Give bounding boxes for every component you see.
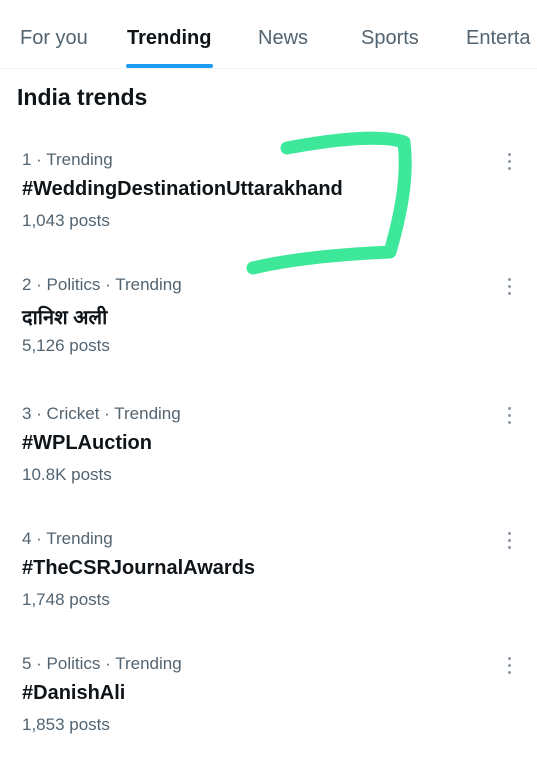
tab-for-you[interactable]: For you xyxy=(20,0,88,68)
more-vertical-icon[interactable] xyxy=(500,404,520,428)
trend-post-count: 10.8K posts xyxy=(22,465,112,484)
trend-name: दानिश अली xyxy=(22,307,108,329)
trend-meta: 4 · Trending xyxy=(22,529,113,548)
trend-name: #TheCSRJournalAwards xyxy=(22,557,256,579)
trend-meta: 5 · Politics · Trending xyxy=(22,654,182,673)
trend-post-count: 1,043 posts xyxy=(22,211,110,230)
trend-name: #WeddingDestinationUttarakhand xyxy=(22,178,343,200)
trend-post-count: 5,126 posts xyxy=(22,336,110,355)
tab-sports[interactable]: Sports xyxy=(361,0,419,68)
trend-name: #DanishAli xyxy=(22,682,126,704)
trend-item[interactable]: 1 · Trending #WeddingDestinationUttarakh… xyxy=(0,150,537,274)
tab-news[interactable]: News xyxy=(258,0,308,68)
tab-trending[interactable]: Trending xyxy=(127,0,211,68)
trend-item[interactable]: 4 · Trending #TheCSRJournalAwards 1,748 … xyxy=(0,529,537,653)
more-vertical-icon[interactable] xyxy=(500,275,520,299)
explore-tabs: For you Trending News Sports Enterta xyxy=(0,0,537,69)
trend-meta: 2 · Politics · Trending xyxy=(22,275,182,294)
trend-meta: 1 · Trending xyxy=(22,150,113,169)
section-title: India trends xyxy=(17,84,148,110)
active-tab-indicator xyxy=(126,64,213,68)
trend-item[interactable]: 3 · Cricket · Trending #WPLAuction 10.8K… xyxy=(0,404,537,528)
trend-item[interactable]: 2 · Politics · Trending दानिश अली 5,126 … xyxy=(0,275,537,399)
more-vertical-icon[interactable] xyxy=(500,529,520,553)
tab-entertainment[interactable]: Enterta xyxy=(466,0,530,68)
trend-item[interactable]: 5 · Politics · Trending #DanishAli 1,853… xyxy=(0,654,537,778)
trend-post-count: 1,853 posts xyxy=(22,715,110,734)
trend-post-count: 1,748 posts xyxy=(22,590,110,609)
trend-name: #WPLAuction xyxy=(22,432,152,454)
more-vertical-icon[interactable] xyxy=(500,150,520,174)
more-vertical-icon[interactable] xyxy=(500,654,520,678)
trend-meta: 3 · Cricket · Trending xyxy=(22,404,181,423)
